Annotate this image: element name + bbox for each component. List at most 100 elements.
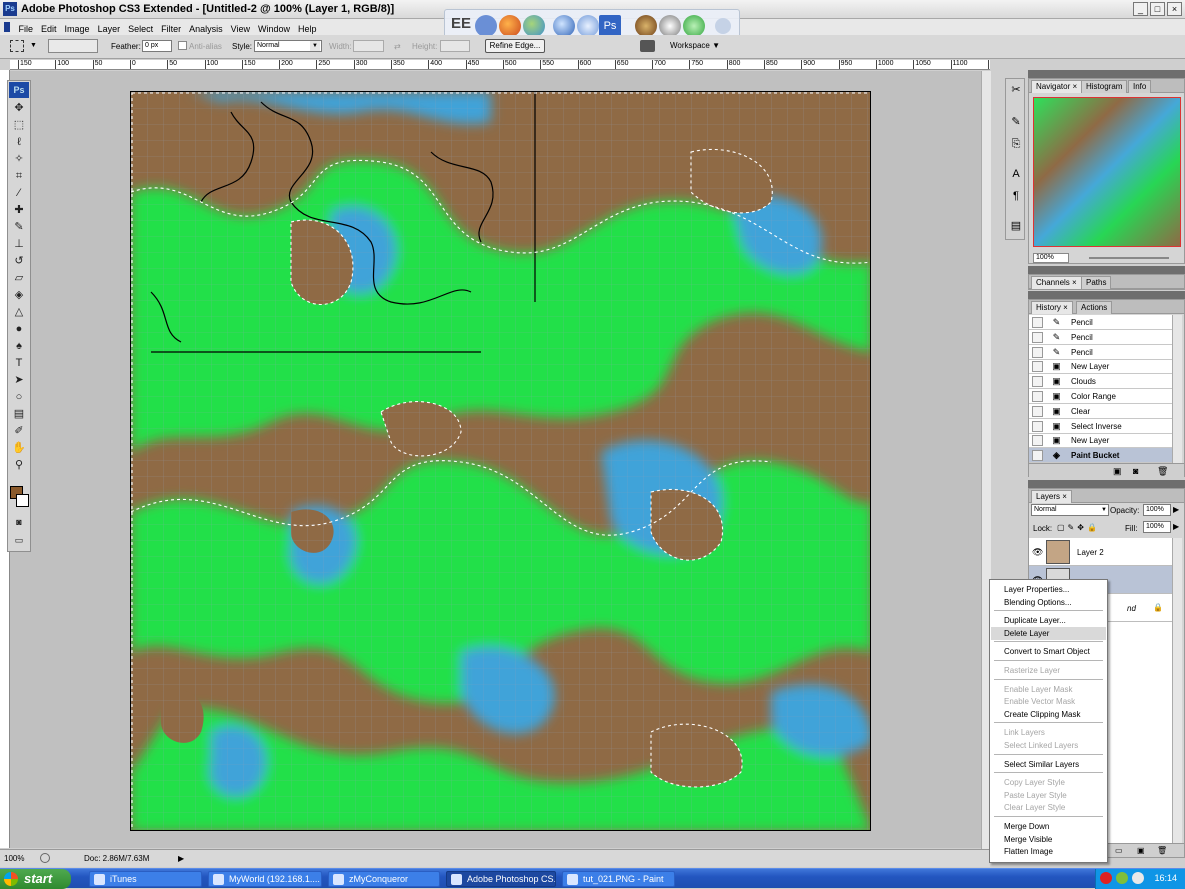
notes-tool-icon[interactable]: ▤ — [12, 407, 26, 421]
navigator-zoom-slider[interactable] — [1089, 257, 1169, 259]
crop-tool-icon[interactable]: ⌗ — [12, 169, 26, 183]
history-brush-tool-icon[interactable]: ↺ — [12, 254, 26, 268]
history-state-checkbox[interactable] — [1032, 405, 1043, 417]
history-item[interactable]: ✎ Pencil — [1029, 330, 1172, 345]
tab-channels[interactable]: Channels × — [1031, 276, 1082, 289]
history-scrollbar[interactable] — [1172, 315, 1182, 463]
opacity-arrow-icon[interactable]: ▶ — [1173, 505, 1179, 514]
path-selection-tool-icon[interactable]: ➤ — [12, 373, 26, 387]
tool-presets-icon[interactable]: ✂ — [1009, 83, 1023, 97]
history-item[interactable]: ◈ Paint Bucket — [1029, 448, 1172, 463]
context-item-merge-visible[interactable]: Merge Visible — [991, 833, 1106, 846]
move-tool-icon[interactable]: ✥ — [12, 101, 26, 115]
magic-wand-tool-icon[interactable]: ✧ — [12, 152, 26, 166]
tab-navigator[interactable]: Navigator × — [1031, 80, 1083, 93]
network-icon[interactable] — [475, 15, 497, 37]
brushes-icon[interactable]: ✎ — [1009, 115, 1023, 129]
history-item[interactable]: ▣ New Layer — [1029, 433, 1172, 449]
history-state-checkbox[interactable] — [1032, 450, 1043, 462]
clone-stamp-tool-icon[interactable]: ⊥ — [12, 237, 26, 251]
fill-input[interactable]: 100% — [1143, 521, 1171, 533]
app-icon-2[interactable] — [683, 15, 705, 37]
tray-icon-1[interactable] — [1100, 872, 1112, 884]
height-input[interactable] — [440, 40, 470, 52]
marquee-preset-icon[interactable] — [10, 40, 24, 52]
history-panel-header[interactable] — [1028, 291, 1185, 299]
menu-edit[interactable]: Edit — [37, 22, 61, 36]
dodge-tool-icon[interactable]: ● — [12, 322, 26, 336]
taskbar-task-1[interactable]: iTunes — [89, 871, 202, 887]
context-item-merge-down[interactable]: Merge Down — [991, 820, 1106, 833]
history-state-checkbox[interactable] — [1032, 346, 1043, 358]
history-item[interactable]: ✎ Pencil — [1029, 315, 1172, 330]
firefox-icon[interactable] — [499, 15, 521, 37]
context-item-layer-properties[interactable]: Layer Properties... — [991, 583, 1106, 596]
context-item-create-clipping-mask[interactable]: Create Clipping Mask — [991, 708, 1106, 721]
opacity-input[interactable]: 100% — [1143, 504, 1171, 516]
context-item-delete-layer[interactable]: Delete Layer — [991, 626, 1106, 640]
close-button[interactable]: × — [1167, 2, 1182, 16]
character-icon[interactable]: A — [1009, 167, 1023, 181]
brush-tool-icon[interactable]: ✎ — [12, 220, 26, 234]
shape-tool-icon[interactable]: ○ — [12, 390, 26, 404]
workspace-icon[interactable] — [640, 40, 655, 52]
new-document-icon[interactable]: ▣ — [1113, 466, 1122, 477]
history-state-checkbox[interactable] — [1032, 331, 1043, 343]
history-state-checkbox[interactable] — [1032, 391, 1043, 402]
healing-tool-icon[interactable]: ✚ — [12, 203, 26, 217]
menu-image[interactable]: Image — [61, 22, 94, 36]
fill-arrow-icon[interactable]: ▶ — [1173, 522, 1179, 531]
history-item[interactable]: ▣ Clouds — [1029, 374, 1172, 390]
layer-comps-icon[interactable]: ▤ — [1009, 219, 1023, 233]
context-item-flatten-image[interactable]: Flatten Image — [991, 845, 1106, 858]
quick-mask-icon[interactable]: ◙ — [12, 515, 26, 529]
swap-icon[interactable]: ⇄ — [394, 42, 401, 51]
menu-file[interactable]: File — [15, 22, 38, 36]
itunes-icon[interactable] — [577, 15, 599, 37]
taskbar-task-2[interactable]: MyWorld (192.168.1.... — [208, 871, 322, 887]
history-item[interactable]: ✎ Pencil — [1029, 345, 1172, 360]
slice-tool-icon[interactable]: ⁄ — [12, 186, 26, 200]
status-menu-icon[interactable] — [40, 853, 50, 863]
zoom-level[interactable]: 100% — [4, 854, 24, 863]
tab-info[interactable]: Info — [1128, 80, 1152, 93]
context-item-duplicate-layer[interactable]: Duplicate Layer... — [991, 614, 1106, 627]
text-logo-icon[interactable]: EE — [451, 15, 471, 32]
style-select[interactable]: Normal ▼ — [254, 40, 322, 52]
taskbar-task-3[interactable]: zMyConqueror — [328, 871, 440, 887]
selection-mode-buttons[interactable] — [48, 39, 98, 53]
feather-input[interactable]: 0 px — [142, 40, 172, 52]
tab-history[interactable]: History × — [1031, 301, 1073, 314]
lasso-tool-icon[interactable]: ℓ — [12, 135, 26, 149]
navigator-zoom[interactable]: 100% — [1033, 253, 1069, 263]
paragraph-icon[interactable]: ¶ — [1009, 189, 1023, 203]
history-item[interactable]: ▣ Select Inverse — [1029, 419, 1172, 434]
menu-analysis[interactable]: Analysis — [185, 22, 227, 36]
workspace-button[interactable]: Workspace ▼ — [670, 41, 720, 50]
globe-icon[interactable] — [553, 15, 575, 37]
navigator-preview[interactable] — [1033, 97, 1181, 247]
delete-layer-icon[interactable]: 🗑 — [1157, 846, 1167, 855]
marquee-tool-icon[interactable]: ⬚ — [12, 118, 26, 132]
background-color-swatch[interactable] — [16, 494, 29, 507]
tab-actions[interactable]: Actions — [1076, 301, 1113, 314]
antialias-checkbox[interactable] — [178, 41, 187, 50]
channels-panel-header[interactable] — [1028, 266, 1185, 274]
history-state-checkbox[interactable] — [1032, 420, 1043, 432]
pen-tool-icon[interactable]: ♠ — [12, 339, 26, 353]
new-group-icon[interactable]: ▭ — [1115, 846, 1123, 855]
menu-view[interactable]: View — [227, 22, 254, 36]
blur-tool-icon[interactable]: △ — [12, 305, 26, 319]
tray-icon-3[interactable] — [1132, 872, 1144, 884]
screen-mode-icon[interactable]: ▭ — [12, 533, 26, 547]
new-layer-icon[interactable]: ▣ — [1137, 846, 1145, 855]
recycle-icon[interactable] — [715, 18, 731, 34]
width-input[interactable] — [353, 40, 384, 52]
zoom-tool-icon[interactable]: ⚲ — [12, 458, 26, 472]
history-state-checkbox[interactable] — [1032, 435, 1043, 447]
hand-tool-icon[interactable]: ✋ — [12, 441, 26, 455]
new-snapshot-icon[interactable]: ◙ — [1133, 466, 1138, 476]
history-item[interactable]: ▣ Clear — [1029, 404, 1172, 419]
minimize-button[interactable]: _ — [1133, 2, 1148, 16]
tab-histogram[interactable]: Histogram — [1081, 80, 1128, 93]
